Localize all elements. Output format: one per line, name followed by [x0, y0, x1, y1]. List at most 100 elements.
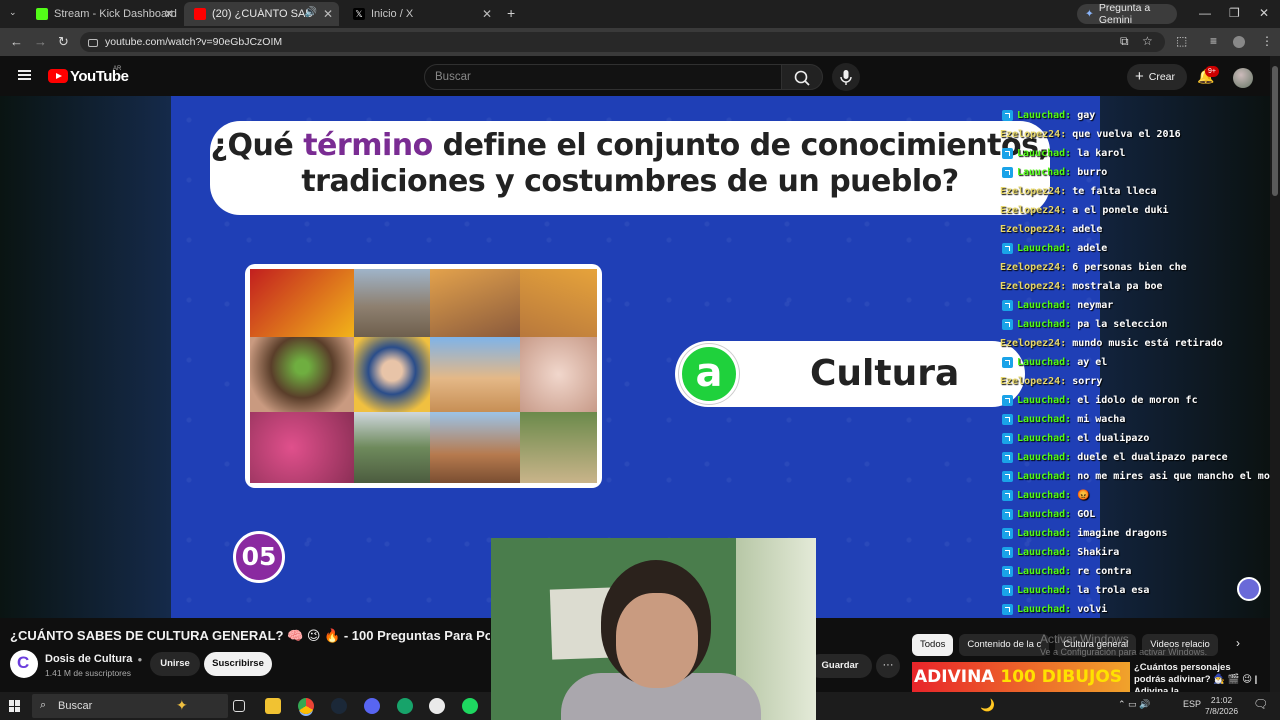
new-tab-button[interactable]: +	[507, 5, 515, 21]
chat-username: Lauuchad:	[1017, 452, 1072, 463]
speaker-icon[interactable]: 🔊	[305, 7, 317, 18]
chat-message: Lauuchad: imagine dragons	[1000, 524, 1270, 543]
chat-text: volvi	[1077, 604, 1108, 615]
close-icon[interactable]: ✕	[323, 7, 333, 21]
answer-option-a: a Cultura	[675, 341, 1025, 407]
recommended-video-thumbnail[interactable]: ADIVINA 100 DIBUJOS	[912, 662, 1130, 692]
collage-photo	[250, 269, 354, 337]
search-input[interactable]: Buscar	[424, 64, 782, 90]
chat-text: adele	[1077, 243, 1108, 254]
steam-icon[interactable]	[331, 698, 347, 714]
chat-username: Ezelopez24:	[1000, 224, 1067, 235]
chat-text: sorry	[1072, 376, 1103, 387]
input-language[interactable]: ESP	[1183, 699, 1201, 709]
chat-username: Ezelopez24:	[1000, 281, 1067, 292]
url-field[interactable]: youtube.com/watch?v=90eGbJCzOIM	[80, 32, 1165, 52]
bookmark-star-icon[interactable]: ☆	[1142, 34, 1153, 48]
kick-badge-icon	[1002, 300, 1013, 311]
chat-username: Lauuchad:	[1017, 300, 1072, 311]
taskbar-search-input[interactable]: Buscar	[32, 694, 228, 718]
reload-icon[interactable]: ↻	[58, 34, 69, 50]
profile-avatar-icon[interactable]	[1233, 36, 1245, 48]
thumb-text: ADIVINA	[914, 667, 1001, 687]
chat-text: te falta lleca	[1072, 186, 1157, 197]
tab-search-chevron-icon[interactable]: ⌄	[9, 7, 17, 18]
back-icon[interactable]: ←	[10, 34, 23, 49]
cast-icon[interactable]: ⧉	[1120, 34, 1129, 49]
collage-photo	[250, 337, 354, 412]
youtube-logo-icon[interactable]	[48, 69, 68, 83]
channel-watermark-icon[interactable]	[1237, 577, 1261, 601]
more-actions-button[interactable]: ···	[876, 654, 900, 678]
notification-center-icon[interactable]: 🗨	[1253, 697, 1268, 711]
youtube-icon	[194, 8, 206, 20]
collage-photo	[430, 412, 520, 483]
chevron-right-icon[interactable]: ›	[1236, 636, 1240, 650]
reading-list-icon[interactable]: ≡	[1210, 34, 1217, 48]
taskbar-clock[interactable]: 21:02 7/8/2026	[1205, 695, 1238, 717]
chat-username: Ezelopez24:	[1000, 186, 1067, 197]
create-button[interactable]: + Crear	[1127, 64, 1187, 90]
restore-icon[interactable]: ❐	[1229, 6, 1240, 20]
chrome-icon[interactable]	[298, 698, 314, 714]
weather-icon[interactable]: 🌙	[980, 698, 995, 712]
gemini-label: Pregunta a Gemini	[1098, 2, 1151, 26]
kick-badge-icon	[1002, 414, 1013, 425]
kick-badge-icon	[1002, 167, 1013, 178]
channel-avatar[interactable]	[10, 650, 38, 678]
chat-message: Ezelopez24: a el ponele duki	[1000, 201, 1270, 220]
youtube-header: YouTube AR Buscar + Crear 🔔 9+	[0, 56, 1280, 96]
chat-message: Lauuchad: mi wacha	[1000, 410, 1270, 429]
system-tray-icons[interactable]: ⌃ ▭ 🔊	[1118, 699, 1150, 710]
join-button[interactable]: Unirse	[150, 652, 200, 676]
spotify-icon[interactable]	[462, 698, 478, 714]
task-view-icon[interactable]	[233, 700, 245, 712]
notification-badge: 9+	[1205, 66, 1219, 77]
chat-username: Lauuchad:	[1017, 110, 1072, 121]
chat-message: Lauuchad: volvi	[1000, 600, 1270, 618]
page-scrollbar[interactable]	[1270, 56, 1280, 692]
stream-chat-overlay: Lauuchad: gay Ezelopez24: que vuelva el 201…	[1000, 106, 1270, 618]
tab-x[interactable]: 𝕏 Inicio / X ✕	[343, 2, 498, 26]
tab-kick-dashboard[interactable]: Stream - Kick Dashboard ✕	[26, 2, 180, 26]
chip-all[interactable]: Todos	[912, 634, 954, 656]
voice-search-button[interactable]	[832, 63, 860, 91]
site-info-icon[interactable]	[88, 39, 98, 47]
chat-text: no me mires asi que mancho el monitor	[1077, 471, 1270, 482]
minimize-icon[interactable]: —	[1199, 6, 1211, 20]
create-label: Crear	[1148, 71, 1176, 83]
chat-text: mi wacha	[1077, 414, 1126, 425]
scrollbar-thumb[interactable]	[1272, 66, 1278, 196]
chat-message: Ezelopez24: te falta lleca	[1000, 182, 1270, 201]
gemini-button[interactable]: ✦ Pregunta a Gemini	[1077, 2, 1177, 26]
search-button[interactable]	[781, 64, 823, 90]
collage-photo	[520, 337, 597, 412]
menu-icon[interactable]	[18, 70, 31, 80]
chat-message: Lauuchad: burro	[1000, 163, 1270, 182]
chat-text: burro	[1077, 167, 1108, 178]
save-button[interactable]: Guardar	[808, 654, 872, 678]
activate-windows-watermark: Activar Windows	[1040, 632, 1129, 646]
account-avatar[interactable]	[1233, 68, 1253, 88]
subscribe-button[interactable]: Suscribirse	[204, 652, 272, 676]
answer-text: Cultura	[810, 353, 960, 394]
kick-badge-icon	[1002, 604, 1013, 615]
close-icon[interactable]: ✕	[164, 7, 174, 21]
browser-menu-icon[interactable]: ⋮	[1261, 34, 1273, 48]
subscriber-count: 1.41 M de suscriptores	[45, 668, 131, 678]
chip-channel[interactable]: Contenido de la c	[959, 634, 1050, 656]
discord-icon[interactable]	[364, 698, 380, 714]
file-explorer-icon[interactable]	[265, 698, 281, 714]
app-m-icon[interactable]	[397, 698, 413, 714]
chat-text: mostrala pa boe	[1072, 281, 1163, 292]
whatsapp-icon[interactable]	[429, 698, 445, 714]
extensions-icon[interactable]: ⬚	[1176, 34, 1187, 48]
chat-username: Lauuchad:	[1017, 528, 1072, 539]
windows-start-icon[interactable]	[9, 700, 21, 712]
window-close-icon[interactable]: ✕	[1259, 6, 1269, 20]
tab-youtube[interactable]: (20) ¿CUÁNTO SABES DE CU 🔊 ✕	[184, 2, 339, 26]
close-icon[interactable]: ✕	[482, 7, 492, 21]
kick-badge-icon	[1002, 433, 1013, 444]
forward-icon[interactable]: →	[34, 34, 47, 49]
channel-name[interactable]: Dosis de Cultura ●	[45, 653, 142, 665]
